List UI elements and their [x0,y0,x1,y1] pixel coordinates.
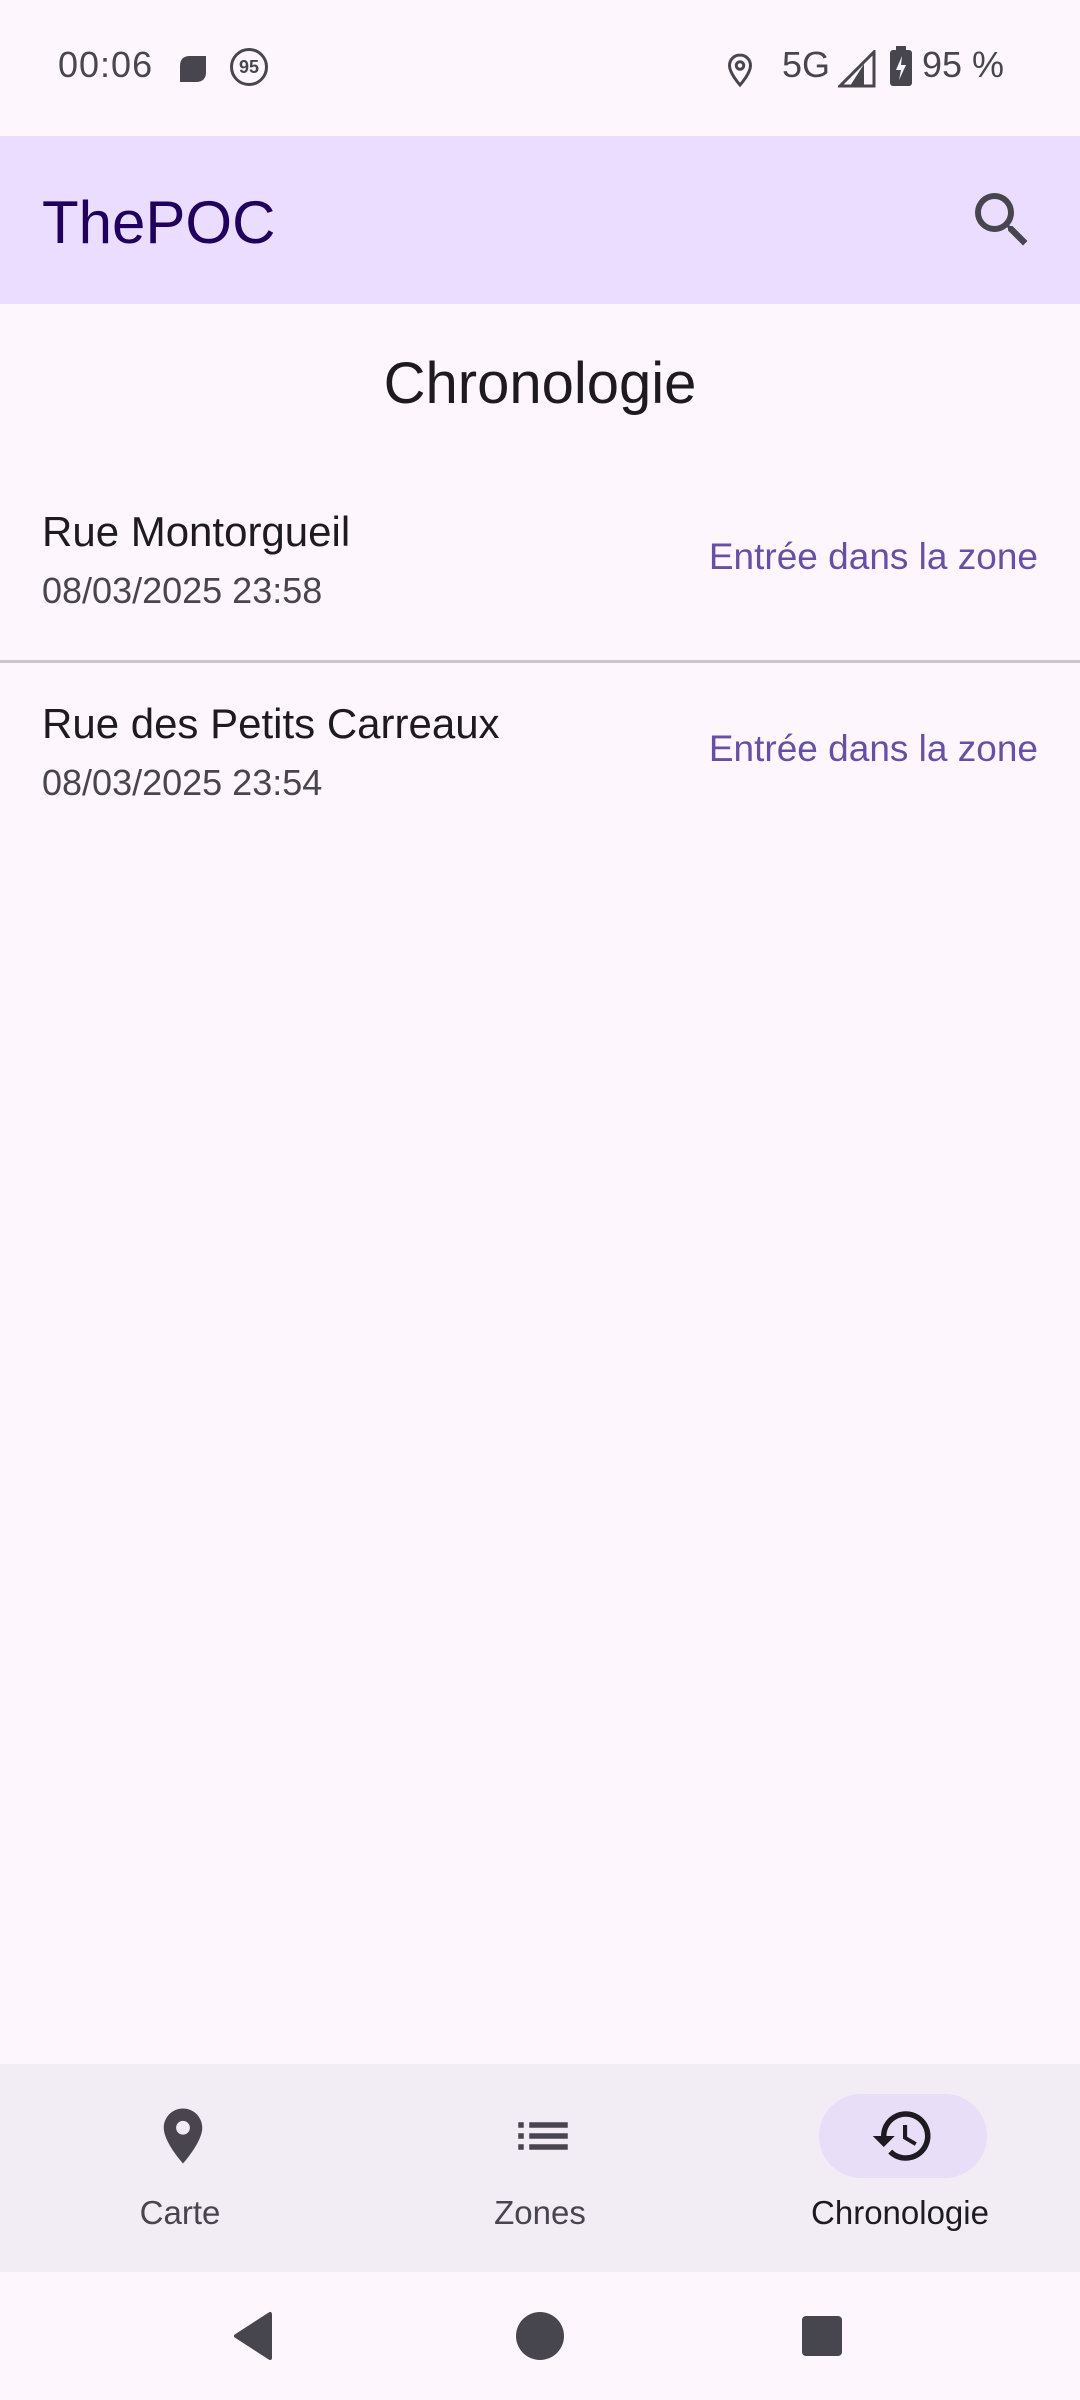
badge-icon: 95 [230,48,268,86]
timeline-item[interactable]: Rue des Petits Carreaux 08/03/2025 23:54… [0,672,1080,852]
app-title: ThePOC [42,189,276,256]
page-title: Chronologie [383,351,697,416]
nav-label: Chronologie [811,2194,989,2231]
event-type: Entrée dans la zone [708,728,1038,769]
network-type: 5G [782,44,831,85]
location-icon [727,53,753,88]
history-icon [872,2111,931,2161]
nav-label: Carte [139,2194,221,2231]
event-type: Entrée dans la zone [708,536,1038,577]
app-bar: ThePOC [0,136,1080,304]
nav-item-carte[interactable]: Carte [0,2064,360,2272]
search-icon [975,193,1028,246]
app-notification-icon [180,56,206,82]
signal-icon [838,50,876,88]
system-navigation-bar [0,2272,1080,2400]
recents-icon[interactable] [790,2304,854,2368]
battery-level: 95 % [922,44,1005,85]
zone-name: Rue des Petits Carreaux [42,700,500,747]
list-icon [518,2122,568,2150]
nav-label: Zones [494,2194,586,2231]
home-icon[interactable] [508,2304,572,2368]
nav-item-zones[interactable]: Zones [360,2064,720,2272]
bottom-navigation: Carte Zones Chronologie [0,2064,1080,2272]
back-icon[interactable] [224,2304,288,2368]
event-date: 08/03/2025 23:58 [42,570,323,611]
list-divider [0,660,1080,663]
status-bar: 00:06 95 5G 95 % [0,0,1080,136]
timeline-item[interactable]: Rue Montorgueil 08/03/2025 23:58 Entrée … [0,480,1080,660]
nav-item-chronologie[interactable]: Chronologie [720,2064,1080,2272]
event-date: 08/03/2025 23:54 [42,762,323,803]
search-button[interactable] [966,184,1038,256]
zone-name: Rue Montorgueil [42,508,351,555]
notification-badge-text: 95 [238,57,260,77]
battery-icon [890,46,912,86]
map-pin-icon [163,2108,203,2164]
status-time: 00:06 [58,44,154,85]
